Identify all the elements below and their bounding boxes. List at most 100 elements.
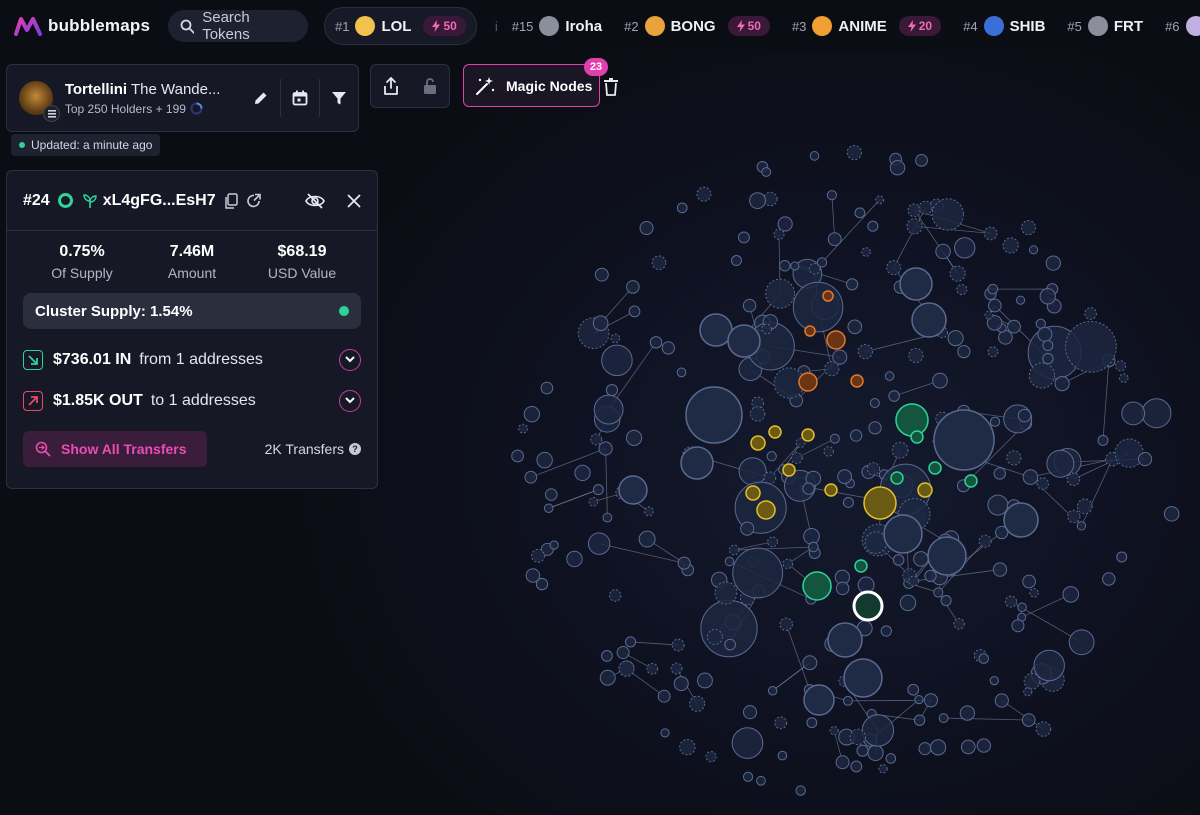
holder-bubble[interactable]: [808, 541, 819, 553]
holder-bubble[interactable]: [696, 672, 713, 689]
holder-bubble[interactable]: [592, 315, 609, 332]
holder-bubble[interactable]: [885, 753, 897, 764]
holder-bubble[interactable]: [549, 540, 559, 550]
holder-bubble[interactable]: [1102, 572, 1116, 586]
holder-bubble[interactable]: [911, 302, 947, 338]
holder-bubble[interactable]: [924, 569, 937, 583]
holder-bubble[interactable]: [1021, 713, 1036, 727]
holder-bubble[interactable]: [1064, 320, 1117, 373]
holder-bubble[interactable]: [1121, 401, 1146, 426]
holder-bubble[interactable]: [602, 512, 613, 523]
holder-bubble[interactable]: [802, 655, 818, 671]
holder-bubble[interactable]: [677, 556, 691, 570]
holder-bubble[interactable]: [618, 475, 648, 505]
holder-bubble[interactable]: [763, 471, 777, 485]
holder-bubble[interactable]: [661, 341, 675, 355]
holder-bubble[interactable]: [767, 685, 778, 696]
holder-bubble[interactable]: [987, 494, 1009, 516]
holder-bubble[interactable]: [1137, 452, 1153, 467]
holder-bubble[interactable]: [593, 394, 624, 425]
holder-bubble[interactable]: [525, 568, 541, 583]
holder-bubble[interactable]: [1022, 469, 1039, 485]
holder-bubble[interactable]: [790, 452, 803, 464]
holder-bubble[interactable]: [895, 403, 929, 437]
holder-bubble[interactable]: [646, 662, 659, 675]
holder-bubble[interactable]: [927, 536, 967, 576]
holder-bubble[interactable]: [908, 347, 924, 364]
holder-bubble[interactable]: [531, 548, 546, 563]
holder-bubble[interactable]: [847, 319, 863, 335]
holder-bubble[interactable]: [628, 305, 641, 318]
holder-bubble[interactable]: [978, 534, 992, 548]
holder-bubble[interactable]: [846, 144, 862, 161]
holder-bubble[interactable]: [842, 695, 853, 706]
holder-bubble[interactable]: [1097, 434, 1109, 446]
holder-bubble[interactable]: [843, 658, 883, 698]
holder-bubble[interactable]: [724, 556, 735, 567]
holder-bubble[interactable]: [938, 713, 949, 724]
holder-bubble[interactable]: [861, 714, 895, 747]
holder-bubble[interactable]: [594, 267, 609, 282]
holder-bubble[interactable]: [1118, 373, 1129, 383]
holder-bubble[interactable]: [766, 451, 777, 462]
holder-bubble[interactable]: [940, 595, 952, 607]
holder-bubble[interactable]: [888, 390, 900, 402]
holder-bubble[interactable]: [923, 693, 939, 708]
holder-bubble[interactable]: [866, 462, 881, 476]
holder-bubble[interactable]: [816, 257, 828, 268]
holder-bubble[interactable]: [884, 371, 895, 381]
holder-bubble[interactable]: [523, 405, 541, 423]
holder-bubble[interactable]: [742, 298, 757, 313]
holder-bubble[interactable]: [756, 500, 776, 520]
holder-bubble[interactable]: [1028, 245, 1039, 255]
external-link-icon[interactable]: [246, 193, 262, 209]
holder-bubble[interactable]: [592, 484, 604, 496]
holder-bubble[interactable]: [777, 750, 788, 761]
holder-bubble[interactable]: [918, 200, 933, 215]
holder-bubble[interactable]: [913, 551, 929, 567]
holder-bubble[interactable]: [988, 298, 1002, 313]
holder-bubble[interactable]: [1029, 587, 1039, 598]
outflow-row[interactable]: $1.85K OUT to 1 addresses: [7, 380, 377, 421]
holder-bubble[interactable]: [913, 714, 926, 726]
trending-item-6[interactable]: #6: [1165, 16, 1200, 36]
trending-item-iroha[interactable]: #15 Iroha: [512, 16, 602, 36]
holder-bubble[interactable]: [801, 428, 815, 442]
holder-bubble[interactable]: [1068, 629, 1095, 656]
holder-bubble[interactable]: [987, 346, 999, 358]
unlock-icon[interactable]: [422, 76, 438, 96]
holder-bubble[interactable]: [1046, 449, 1075, 478]
holder-bubble[interactable]: [673, 676, 689, 692]
holder-bubble[interactable]: [1141, 398, 1172, 429]
holder-bubble[interactable]: [978, 653, 990, 664]
holder-bubble[interactable]: [1042, 352, 1054, 365]
holder-bubble[interactable]: [798, 372, 818, 392]
share-icon[interactable]: [382, 76, 400, 96]
show-all-transfers-button[interactable]: Show All Transfers: [23, 431, 207, 467]
holder-bubble[interactable]: [835, 755, 850, 770]
holder-bubble[interactable]: [989, 675, 999, 686]
holder-bubble[interactable]: [964, 474, 978, 488]
holder-bubble[interactable]: [899, 594, 917, 612]
holder-bubble[interactable]: [732, 547, 784, 599]
holder-bubble[interactable]: [1084, 307, 1097, 320]
holder-bubble[interactable]: [1039, 288, 1056, 305]
holder-bubble[interactable]: [849, 728, 866, 746]
holder-bubble[interactable]: [639, 221, 654, 236]
holder-bubble[interactable]: [984, 310, 994, 320]
holder-bubble[interactable]: [590, 433, 603, 446]
holder-bubble[interactable]: [738, 457, 767, 486]
holder-bubble[interactable]: [1067, 509, 1081, 524]
holder-bubble[interactable]: [854, 559, 868, 573]
holder-bubble[interactable]: [932, 372, 948, 389]
holder-bubble[interactable]: [543, 503, 554, 514]
holder-bubble[interactable]: [1028, 362, 1056, 389]
holder-bubble[interactable]: [779, 260, 791, 272]
holder-bubble[interactable]: [689, 695, 706, 712]
holder-bubble[interactable]: [608, 589, 622, 602]
holder-bubble[interactable]: [947, 330, 964, 347]
holder-bubble[interactable]: [1020, 220, 1037, 236]
holder-bubble[interactable]: [737, 231, 750, 244]
holder-bubble[interactable]: [706, 628, 723, 645]
holder-bubble[interactable]: [750, 435, 766, 451]
